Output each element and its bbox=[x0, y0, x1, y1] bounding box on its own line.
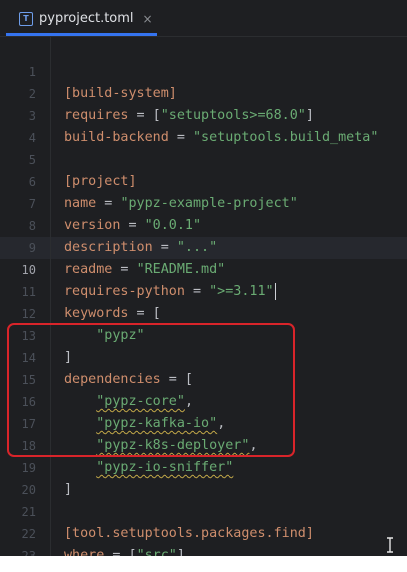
code-line: 15 "pypz-core", bbox=[0, 347, 407, 409]
code-line: 20 bbox=[0, 457, 407, 497]
code-line: 16 "pypz-kafka-io", bbox=[0, 369, 407, 431]
toml-string: "src" bbox=[136, 548, 177, 556]
code-line: 7 version = "0.0.1" bbox=[0, 171, 407, 233]
code-line: 14 dependencies = [ bbox=[0, 325, 407, 387]
code-line: 2 requires = ["setuptools>=68.0"] bbox=[0, 61, 407, 123]
code-line: 19 ] bbox=[0, 435, 407, 497]
code-line: 10 requires-python = ">=3.11" bbox=[0, 237, 407, 300]
code-line: 18 "pypz-io-sniffer" bbox=[0, 413, 407, 475]
active-tab-indicator bbox=[6, 33, 157, 36]
code-line: 1 [build-system] bbox=[0, 39, 407, 101]
code-line: 23 namespaces = true bbox=[0, 523, 407, 556]
line-number: 23 bbox=[21, 549, 36, 556]
tab-label: pyproject.toml bbox=[39, 11, 134, 26]
code-line: 12 "pypz" bbox=[0, 281, 407, 343]
code-line: 17 "pypz-k8s-deployer", bbox=[0, 391, 407, 453]
code-line: 6 name = "pypz-example-project" bbox=[0, 149, 407, 211]
code-line: 22 where = ["src"] bbox=[0, 501, 407, 556]
code-line: 5 [project] bbox=[0, 127, 407, 189]
code-line: 11 keywords = [ bbox=[0, 259, 407, 321]
code-line: 3 build-backend = "setuptools.build_meta… bbox=[0, 83, 407, 145]
toml-key: where bbox=[64, 548, 105, 556]
text-cursor-icon bbox=[387, 537, 393, 553]
code-line: 9 readme = "README.md" bbox=[0, 215, 407, 277]
code-line: 8 description = "..." bbox=[0, 193, 407, 255]
code-line: 21 [tool.setuptools.packages.find] bbox=[0, 479, 407, 541]
toml-file-icon: T bbox=[19, 11, 33, 26]
code-editor[interactable]: 1 [build-system] 2 requires = ["setuptoo… bbox=[0, 39, 407, 556]
code-text: where = ["src"] bbox=[64, 545, 185, 556]
tab-pyproject-toml[interactable]: T pyproject.toml × bbox=[6, 3, 157, 34]
close-icon[interactable]: × bbox=[143, 12, 153, 26]
editor-window: T pyproject.toml × 1 [build-system] 2 re… bbox=[0, 0, 407, 556]
editor-tab-bar: T pyproject.toml × bbox=[0, 0, 407, 37]
code-line: 13 ] bbox=[0, 303, 407, 365]
code-line: 4 bbox=[0, 105, 407, 145]
